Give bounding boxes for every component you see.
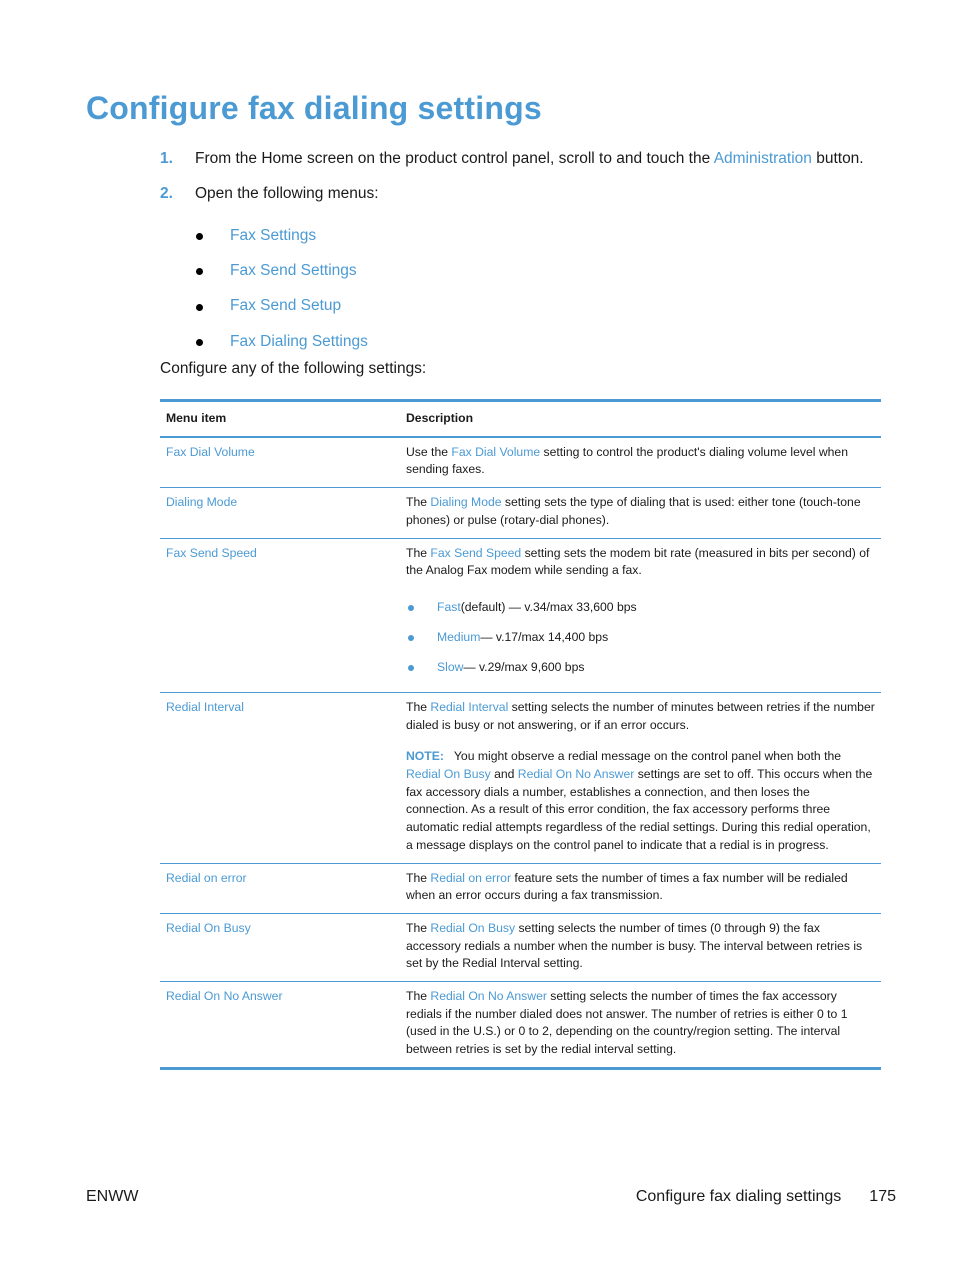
menu-path-item: Fax Send Settings	[196, 253, 368, 288]
description-cell: The Redial On Busy setting selects the n…	[400, 913, 881, 983]
desc-link[interactable]: Redial On Busy	[430, 921, 515, 935]
desc-text: Use the	[406, 444, 452, 459]
step-1: 1. From the Home screen on the product c…	[160, 150, 864, 168]
menu-item-cell[interactable]: Redial Interval	[160, 692, 400, 864]
description-cell: The Dialing Mode setting sets the type o…	[400, 487, 881, 539]
menu-path-item: Fax Send Setup	[196, 289, 368, 324]
menu-link[interactable]: Fax Send Settings	[230, 262, 357, 280]
desc-link[interactable]: Redial on error	[430, 871, 511, 885]
menu-link[interactable]: Fax Settings	[230, 227, 316, 245]
description-cell: The Redial Interval setting selects the …	[400, 692, 881, 864]
desc-text: The	[406, 989, 431, 1004]
step-number: 1.	[160, 150, 173, 167]
footer-locale: ENWW	[86, 1188, 139, 1205]
settings-table: Menu item Description Fax Dial Volume Us…	[160, 399, 881, 1070]
desc-text: The	[406, 870, 431, 885]
step-text: From the Home screen on the product cont…	[195, 150, 864, 168]
note-label: NOTE:	[406, 749, 444, 764]
table-row: Fax Send Speed The Fax Send Speed settin…	[160, 538, 881, 693]
step-text: Open the following menus:	[195, 185, 379, 202]
step-text-before: From the Home screen on the product cont…	[195, 150, 714, 167]
description-cell: The Redial On No Answer setting selects …	[400, 982, 881, 1069]
desc-link[interactable]: Fax Dial Volume	[451, 445, 540, 459]
description-cell: Use the Fax Dial Volume setting to contr…	[400, 436, 881, 489]
note-block: NOTE: You might observe a redial message …	[406, 748, 875, 854]
desc-link[interactable]: Fax Send Speed	[430, 546, 521, 560]
bullet-icon	[196, 303, 203, 311]
menu-item-cell[interactable]: Redial on error	[160, 863, 400, 914]
table-row: Redial on error The Redial on error feat…	[160, 863, 881, 914]
option-text: — v.29/max 9,600 bps	[463, 660, 585, 675]
menu-item-cell[interactable]: Redial On Busy	[160, 913, 400, 983]
bullet-icon	[408, 634, 414, 641]
option-text: (default) — v.34/max 33,600 bps	[460, 600, 637, 615]
header-description: Description	[400, 400, 881, 438]
menu-item-cell[interactable]: Dialing Mode	[160, 487, 400, 539]
description-cell: The Fax Send Speed setting sets the mode…	[400, 538, 881, 693]
menu-item-cell[interactable]: Fax Dial Volume	[160, 436, 400, 489]
menu-path-list: Fax Settings Fax Send Settings Fax Send …	[196, 218, 368, 359]
bullet-icon	[196, 233, 203, 241]
desc-text: The	[406, 545, 431, 560]
table-row: Redial Interval The Redial Interval sett…	[160, 692, 881, 864]
table-row: Redial On Busy The Redial On Busy settin…	[160, 913, 881, 983]
header-menu-item: Menu item	[160, 400, 400, 438]
speed-option: Medium — v.17/max 14,400 bps	[406, 622, 875, 654]
note-text: and	[490, 767, 518, 782]
desc-link[interactable]: Redial On No Answer	[430, 989, 547, 1003]
option-link[interactable]: Slow	[437, 659, 463, 677]
intro-text: Configure any of the following settings:	[160, 360, 427, 377]
option-link[interactable]: Fast	[437, 599, 461, 617]
menu-item-cell[interactable]: Fax Send Speed	[160, 538, 400, 693]
bullet-icon	[408, 664, 414, 671]
step-number: 2.	[160, 185, 173, 202]
desc-text: The	[406, 699, 431, 714]
table-row: Redial On No Answer The Redial On No Ans…	[160, 982, 881, 1069]
note-link[interactable]: Redial On Busy	[406, 767, 491, 781]
note-text: You might observe a redial message on th…	[453, 749, 842, 764]
menu-path-item: Fax Settings	[196, 218, 368, 253]
speed-option: Fast (default) — v.34/max 33,600 bps	[406, 592, 875, 624]
speed-options-list: Fast (default) — v.34/max 33,600 bps Med…	[406, 592, 875, 684]
table-row: Fax Dial Volume Use the Fax Dial Volume …	[160, 436, 881, 489]
note-link[interactable]: Redial On No Answer	[518, 767, 635, 781]
menu-link[interactable]: Fax Send Setup	[230, 297, 341, 315]
menu-path-item: Fax Dialing Settings	[196, 324, 368, 359]
footer-right: Configure fax dialing settings 175	[636, 1188, 896, 1206]
desc-link[interactable]: Dialing Mode	[430, 495, 501, 509]
option-text: — v.17/max 14,400 bps	[480, 630, 609, 645]
desc-text: The	[406, 495, 431, 510]
page-number: 175	[869, 1188, 896, 1205]
step-text-after: button.	[811, 150, 864, 167]
menu-link[interactable]: Fax Dialing Settings	[230, 333, 368, 351]
table-header-row: Menu item Description	[160, 400, 881, 438]
administration-link[interactable]: Administration	[714, 150, 812, 167]
bullet-icon	[408, 604, 414, 611]
desc-text: The	[406, 920, 431, 935]
bullet-icon	[196, 268, 203, 276]
step-2: 2. Open the following menus:	[160, 185, 379, 203]
footer-section-title: Configure fax dialing settings	[635, 1188, 842, 1205]
menu-item-cell[interactable]: Redial On No Answer	[160, 982, 400, 1069]
bullet-icon	[196, 339, 203, 347]
page-title: Configure fax dialing settings	[86, 90, 542, 126]
speed-option: Slow — v.29/max 9,600 bps	[406, 652, 875, 684]
table-row: Dialing Mode The Dialing Mode setting se…	[160, 487, 881, 539]
description-cell: The Redial on error feature sets the num…	[400, 863, 881, 914]
desc-link[interactable]: Redial Interval	[430, 700, 508, 714]
option-link[interactable]: Medium	[437, 629, 480, 647]
